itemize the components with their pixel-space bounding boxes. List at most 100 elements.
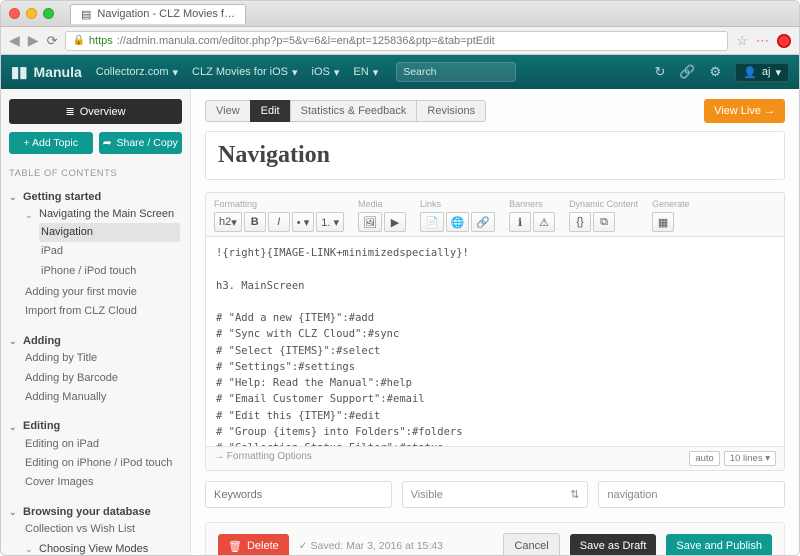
chevron-down-icon: ▾ xyxy=(775,66,781,79)
toc-item-add-barcode[interactable]: Adding by Barcode xyxy=(23,369,182,388)
link-ext-button[interactable]: 🌐 xyxy=(446,212,470,232)
toc-item-collection-wishlist[interactable]: Collection vs Wish List xyxy=(23,520,182,539)
brand[interactable]: ▮▮ Manula xyxy=(11,63,82,81)
bookmark-icon[interactable]: ☆ xyxy=(736,33,748,49)
sec-view-modes[interactable]: ⌄Choosing View Modes xyxy=(25,542,180,555)
crumb-project[interactable]: CLZ Movies for iOS▾ xyxy=(192,66,298,79)
generate-button[interactable]: ▦ xyxy=(652,212,674,232)
toc-item-add-title[interactable]: Adding by Title xyxy=(23,349,182,368)
dyn-var-button[interactable]: {} xyxy=(569,212,591,232)
close-window-icon[interactable] xyxy=(9,8,20,19)
tab-stats[interactable]: Statistics & Feedback xyxy=(290,100,418,122)
toc-item-edit-ipad[interactable]: Editing on iPad xyxy=(23,435,182,454)
back-icon[interactable]: ◀ xyxy=(9,32,20,49)
lines-tag[interactable]: 10 lines ▾ xyxy=(724,451,776,466)
content-editor[interactable]: !{right}{IMAGE-LINK+minimizedspecially}!… xyxy=(205,237,785,447)
gear-icon[interactable]: ⚙ xyxy=(710,64,722,80)
maximize-window-icon[interactable] xyxy=(43,8,54,19)
toc-heading: TABLE OF CONTENTS xyxy=(9,168,182,179)
visibility-select[interactable]: Visible ⇅ xyxy=(402,481,589,508)
tab-view[interactable]: View xyxy=(205,100,251,122)
dyn-snippet-button[interactable]: ⧉ xyxy=(593,212,615,232)
formatting-options-link[interactable]: → Formatting Options xyxy=(214,451,312,466)
grp-dynamic: Dynamic Content xyxy=(569,199,638,209)
toc-item-navigation[interactable]: Navigation xyxy=(39,223,180,242)
numlist-button[interactable]: 1. ▾ xyxy=(316,212,344,232)
sec-adding[interactable]: ⌄Adding xyxy=(9,334,182,349)
crumb-lang[interactable]: EN▾ xyxy=(353,66,378,79)
image-button[interactable]: 🖼 xyxy=(358,212,382,232)
sec-nav-main-screen[interactable]: ⌄Navigating the Main Screen xyxy=(25,207,180,222)
image-icon: 🖼 xyxy=(363,216,377,229)
toc-item-add-manual[interactable]: Adding Manually xyxy=(23,388,182,407)
header-search[interactable]: Search xyxy=(396,62,516,82)
grp-media: Media xyxy=(358,199,406,209)
main-content: View Edit Statistics & Feedback Revision… xyxy=(191,89,799,555)
anchor-icon: 🔗 xyxy=(476,216,490,229)
delete-button[interactable]: 🗑 Delete xyxy=(218,534,289,556)
browser-window: ▤ Navigation - CLZ Movies f… ◀ ▶ ⟳ 🔒 htt… xyxy=(0,0,800,556)
italic-button[interactable]: I xyxy=(268,212,290,232)
address-bar: ◀ ▶ ⟳ 🔒 https://admin.manula.com/editor.… xyxy=(1,27,799,55)
page-title-input[interactable] xyxy=(218,142,772,169)
refresh-icon[interactable]: ↻ xyxy=(654,64,665,80)
add-topic-button[interactable]: + Add Topic xyxy=(9,132,93,154)
user-icon: 👤 xyxy=(743,66,757,79)
crumb-platform[interactable]: iOS▾ xyxy=(312,66,340,79)
opera-icon[interactable] xyxy=(777,34,791,48)
tab-edit[interactable]: Edit xyxy=(250,100,291,122)
reload-icon[interactable]: ⟳ xyxy=(47,33,58,49)
overview-button[interactable]: ≣ Overview xyxy=(9,99,182,124)
titlebar: ▤ Navigation - CLZ Movies f… xyxy=(1,1,799,27)
video-button[interactable]: ▶ xyxy=(384,212,406,232)
minimize-window-icon[interactable] xyxy=(26,8,37,19)
brand-label: Manula xyxy=(34,64,82,80)
keywords-input[interactable] xyxy=(205,481,392,508)
link-page-button[interactable]: 📄 xyxy=(420,212,444,232)
save-draft-button[interactable]: Save as Draft xyxy=(570,534,657,555)
sec-getting-started[interactable]: ⌄Getting started xyxy=(9,190,182,205)
toc-item-iphone[interactable]: iPhone / iPod touch xyxy=(39,262,180,281)
heading-select[interactable]: h2 ▾ xyxy=(214,212,242,232)
toc-item-edit-iphone[interactable]: Editing on iPhone / iPod touch xyxy=(23,454,182,473)
page-icon: ▤ xyxy=(81,8,91,21)
cancel-button[interactable]: Cancel xyxy=(503,533,559,555)
banner-warn-button[interactable]: ⚠ xyxy=(533,212,555,232)
grp-links: Links xyxy=(420,199,495,209)
user-menu[interactable]: 👤 aj ▾ xyxy=(735,63,789,82)
view-live-button[interactable]: View Live → xyxy=(704,99,785,123)
link-icon[interactable]: 🔗 xyxy=(679,64,695,80)
toc-item-cover-images[interactable]: Cover Images xyxy=(23,473,182,492)
warn-icon: ⚠ xyxy=(539,216,549,229)
crumb-account[interactable]: Collectorz.com▾ xyxy=(96,66,178,79)
list-button[interactable]: • ▾ xyxy=(292,212,314,232)
auto-tag[interactable]: auto xyxy=(689,451,720,466)
toc-item-first-movie[interactable]: Adding your first movie xyxy=(23,283,182,302)
editor-toolbar: Formatting h2 ▾ B I • ▾ 1. ▾ Media 🖼 ▶ xyxy=(205,192,785,237)
toc-item-ipad[interactable]: iPad xyxy=(39,242,180,261)
tab-revisions[interactable]: Revisions xyxy=(416,100,486,122)
select-arrows-icon: ⇅ xyxy=(570,488,579,501)
slug-input[interactable] xyxy=(598,481,785,508)
browser-tab[interactable]: ▤ Navigation - CLZ Movies f… xyxy=(70,4,246,24)
save-publish-button[interactable]: Save and Publish xyxy=(666,534,772,555)
banner-info-button[interactable]: ℹ xyxy=(509,212,531,232)
url-input[interactable]: 🔒 https://admin.manula.com/editor.php?p=… xyxy=(65,31,728,51)
menu-dots-icon[interactable]: ⋯ xyxy=(756,33,769,49)
share-copy-button[interactable]: ➦ Share / Copy xyxy=(99,132,183,154)
link-anchor-button[interactable]: 🔗 xyxy=(471,212,495,232)
forward-icon[interactable]: ▶ xyxy=(28,32,39,49)
url-scheme: https xyxy=(89,35,113,47)
page-tabs: View Edit Statistics & Feedback Revision… xyxy=(205,100,485,122)
sec-browsing[interactable]: ⌄Browsing your database xyxy=(9,505,182,520)
page-link-icon: 📄 xyxy=(425,216,439,229)
toc-item-import-clz[interactable]: Import from CLZ Cloud xyxy=(23,302,182,321)
bold-button[interactable]: B xyxy=(244,212,266,232)
grp-generate: Generate xyxy=(652,199,690,209)
bars-icon: ≣ xyxy=(65,105,74,118)
app-header: ▮▮ Manula Collectorz.com▾ CLZ Movies for… xyxy=(1,55,799,89)
table-icon: ▦ xyxy=(658,216,668,229)
window-controls xyxy=(9,8,54,19)
title-panel xyxy=(205,131,785,180)
sec-editing[interactable]: ⌄Editing xyxy=(9,419,182,434)
